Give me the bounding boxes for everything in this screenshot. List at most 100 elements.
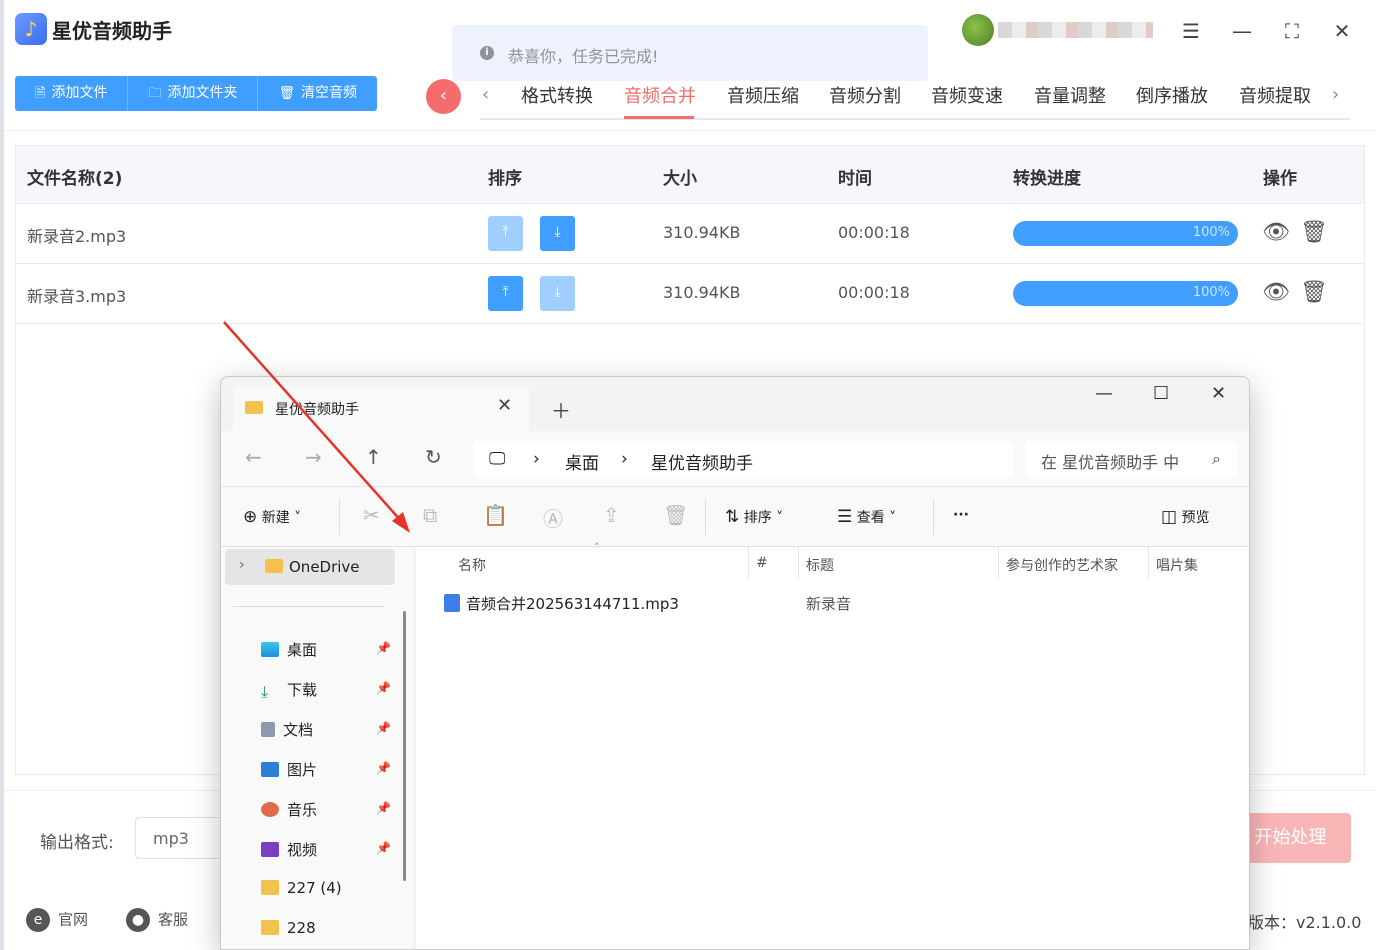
separator [933,499,934,535]
new-button[interactable]: ⊕ 新建 ˅ [243,507,301,527]
pin-icon: 📌 [376,681,391,695]
active-tab-indicator [624,116,694,119]
close-tab-icon[interactable]: ✕ [497,395,512,416]
app-logo-icon: ♪ [15,13,47,45]
copy-icon[interactable]: ⧉ [423,503,437,527]
view-button[interactable]: ☰ 查看 ˅ [837,507,896,527]
refresh-icon[interactable]: ↻ [425,445,442,469]
tab-format-convert[interactable]: 格式转换 [521,82,593,108]
file-time: 00:00:18 [838,223,910,242]
back-arrow-icon[interactable]: ← [245,445,262,469]
col-actions: 操作 [1263,169,1297,189]
col-filename: 文件名称(2) [27,169,123,189]
delete-icon[interactable]: 🗑 [1300,220,1328,245]
clear-audio-label: 清空音频 [300,85,357,101]
up-arrow-icon[interactable]: ↑ [365,445,382,469]
search-icon: ⌕ [1212,449,1221,468]
preview-eye-icon[interactable]: 👁 [1262,280,1290,305]
sidebar-label: 图片 [287,761,318,779]
pin-icon: 📌 [376,641,391,655]
column-title[interactable]: 标题 [806,555,834,575]
preview-label: 预览 [1181,510,1210,526]
delete-icon[interactable]: 🗑 [1300,280,1328,305]
add-folder-button[interactable]: 🗀 添加文件夹 [128,76,259,111]
sidebar-item-desktop[interactable]: 桌面 [261,639,317,660]
navigation-pane: › OneDrive 桌面 📌 ⤓ 下载 📌 文档 📌 图片 📌 音乐 📌 视频 … [221,547,413,949]
column-artists[interactable]: 参与创作的艺术家 [1006,555,1118,575]
file-time: 00:00:18 [838,283,910,302]
audio-file-icon [444,594,460,612]
tab-audio-merge[interactable]: 音频合并 [624,82,696,108]
divider [4,130,1376,131]
file-list-pane: ˄ 名称 # 标题 参与创作的艺术家 唱片集 音频合并202563144711.… [416,541,1249,949]
breadcrumb-folder[interactable]: 星优音频助手 [651,449,753,474]
rename-icon[interactable]: Ⓐ [543,503,563,532]
tab-next-icon[interactable]: › [1332,84,1339,105]
share-icon[interactable]: ⇪ [603,503,620,527]
separator [339,499,340,535]
cut-icon[interactable]: ✂ [363,503,380,527]
tab-audio-compress[interactable]: 音频压缩 [727,82,799,108]
delete-icon[interactable]: 🗑 [663,503,688,527]
sidebar-item-videos[interactable]: 视频 [261,839,317,860]
more-options-button[interactable]: ··· [953,507,969,523]
explorer-maximize-icon[interactable]: ☐ [1153,383,1169,404]
column-album[interactable]: 唱片集 [1156,555,1198,575]
paste-icon[interactable]: 📋 [483,503,508,527]
tab-prev-icon[interactable]: ‹ [482,84,489,105]
chevron-right-icon: › [239,557,245,573]
address-bar[interactable]: 🖵 › 桌面 › 星优音频助手 [473,441,1013,477]
support-link[interactable]: ● 客服 [126,908,188,932]
add-file-button[interactable]: 🗎 添加文件 [15,76,129,111]
column-separator[interactable] [748,547,749,579]
explorer-minimize-icon[interactable]: — [1095,383,1113,404]
sidebar-item-folder-228[interactable]: 228 [261,919,316,937]
col-time: 时间 [838,169,872,189]
back-button[interactable]: ‹ [426,79,461,114]
sidebar-label: 227 (4) [287,879,342,897]
explorer-nav-bar: ← → ↑ ↻ 🖵 › 桌面 › 星优音频助手 在 星优音频助手 中 ⌕ [221,431,1249,487]
sidebar-item-documents[interactable]: 文档 [261,719,313,740]
minimize-icon[interactable]: — [1227,16,1257,46]
close-icon[interactable]: ✕ [1327,16,1357,46]
preview-button[interactable]: ◫ 预览 [1161,507,1210,527]
explorer-close-icon[interactable]: ✕ [1211,383,1226,404]
column-separator[interactable] [998,547,999,579]
move-up-button[interactable]: ⤒ [488,276,523,311]
version-text: 版本：v2.1.0.0 [1248,913,1362,932]
breadcrumb-desktop[interactable]: 桌面 [565,449,599,474]
fullscreen-icon[interactable]: ⛶ [1277,16,1307,46]
website-link[interactable]: e 官网 [26,908,88,932]
sidebar-item-music[interactable]: 音乐 [261,799,317,820]
tab-audio-extract[interactable]: 音频提取 [1239,82,1311,108]
progress-text: 100% [1192,285,1230,300]
move-up-button: ⤒ [488,216,523,251]
column-number[interactable]: # [756,555,768,571]
move-down-button[interactable]: ⤓ [540,216,575,251]
user-avatar[interactable] [962,14,994,46]
search-input[interactable]: 在 星优音频助手 中 ⌕ [1025,441,1237,477]
sidebar-item-downloads[interactable]: ⤓ 下载 [261,679,317,701]
preview-eye-icon[interactable]: 👁 [1262,220,1290,245]
explorer-tab[interactable]: 星优音频助手 ✕ [233,385,529,431]
tab-volume-adjust[interactable]: 音量调整 [1034,82,1106,108]
tab-audio-split[interactable]: 音频分割 [829,82,901,108]
tab-reverse-play[interactable]: 倒序播放 [1136,82,1208,108]
column-separator[interactable] [798,547,799,579]
column-separator[interactable] [1148,547,1149,579]
tab-audio-speed[interactable]: 音频变速 [931,82,1003,108]
forward-arrow-icon[interactable]: → [305,445,322,469]
file-list-item[interactable]: 音频合并202563144711.mp3 [444,593,679,614]
progress-text: 100% [1192,225,1230,240]
column-name[interactable]: 名称 [458,555,486,575]
clear-audio-button[interactable]: 🗑 清空音频 [258,76,377,111]
menu-icon[interactable]: ☰ [1176,16,1206,46]
sort-button[interactable]: ⇅ 排序 ˅ [725,507,783,527]
sidebar-item-folder-227[interactable]: 227 (4) [261,879,342,897]
sidebar-scrollbar[interactable] [403,611,406,881]
move-down-button: ⤓ [540,276,575,311]
music-icon [261,802,279,817]
sidebar-item-pictures[interactable]: 图片 [261,759,317,780]
sidebar-item-onedrive[interactable]: › OneDrive [225,549,395,585]
new-tab-icon[interactable]: ＋ [551,395,571,424]
